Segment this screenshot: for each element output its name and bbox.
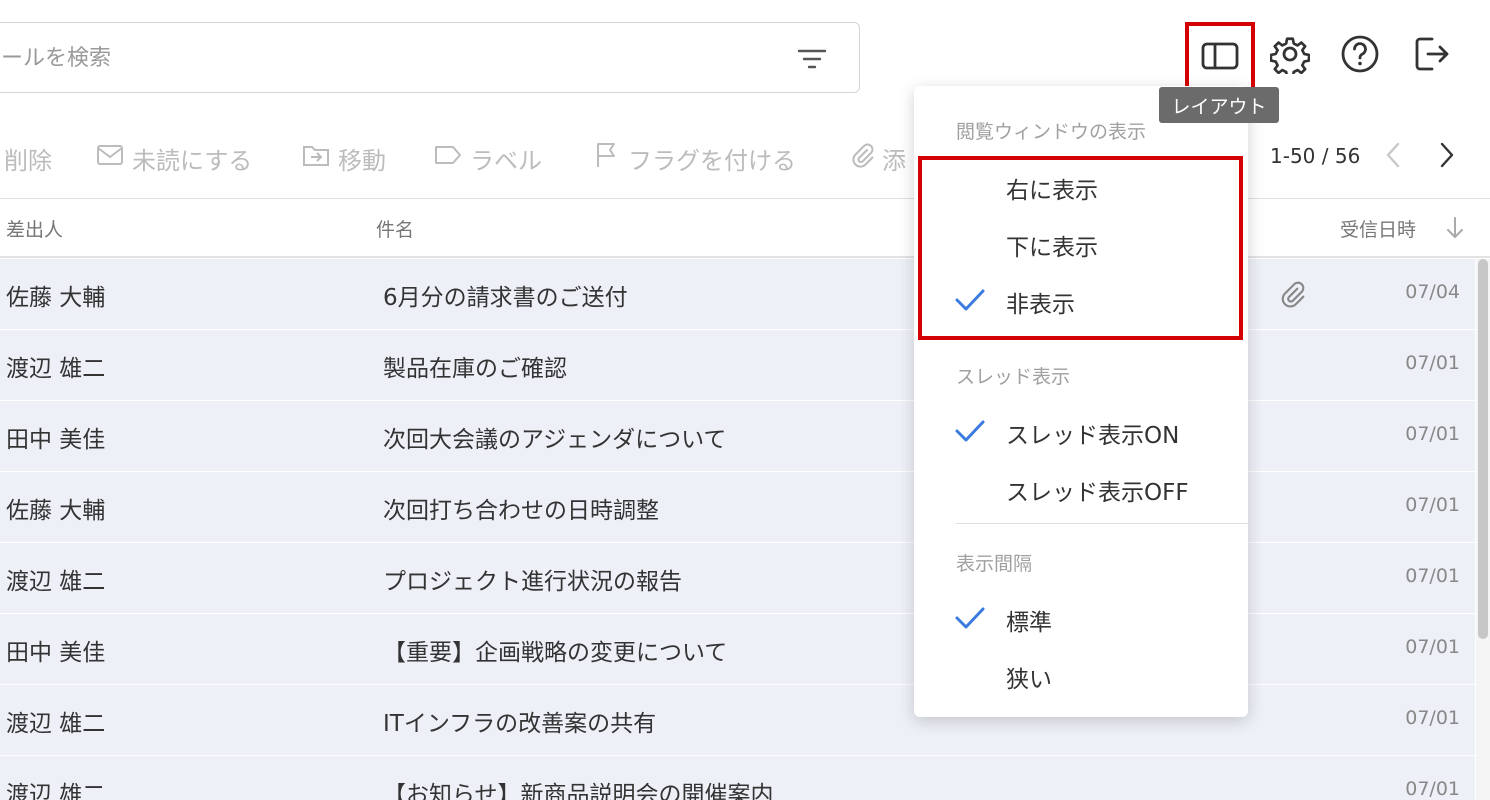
mail-icon [96,144,124,172]
row-date: 07/01 [1405,565,1460,587]
delete-label: 削除 [4,146,52,175]
filter-icon[interactable] [796,45,828,73]
chevron-right-icon [1439,141,1455,173]
prev-page-button[interactable] [1378,140,1408,174]
arrow-down-icon[interactable] [1444,215,1466,241]
menu-item-reading-bottom[interactable]: 下に表示 [914,218,1248,268]
check-icon [954,418,986,444]
table-row[interactable]: 渡辺 雄二 ITインフラの改善案の共有 07/01 [0,685,1475,756]
menu-item-reading-hidden[interactable]: 非表示 [914,275,1248,325]
row-date: 07/01 [1405,494,1460,516]
table-row[interactable]: 渡辺 雄二 【お知らせ】新商品説明会の開催案内 07/01 [0,756,1475,800]
row-subject: 【重要】企画戦略の変更について [383,640,728,666]
menu-divider [956,523,1248,524]
mark-unread-label: 未読にする [132,146,253,175]
row-sender: 佐藤 大輔 [6,285,106,311]
chevron-left-icon [1385,141,1401,173]
logout-button[interactable] [1410,34,1454,78]
menu-item-thread-on[interactable]: スレッド表示ON [914,406,1248,456]
row-date: 07/01 [1405,423,1460,445]
menu-item-label: スレッド表示OFF [1006,480,1189,506]
menu-item-label: 右に表示 [1006,178,1098,204]
help-icon [1340,34,1380,78]
row-sender: 田中 美佳 [6,427,106,453]
table-row[interactable]: 佐藤 大輔 次回打ち合わせの日時調整 07/01 [0,472,1475,543]
menu-item-spacing-narrow[interactable]: 狭い [914,650,1248,700]
section-spacing: 表示間隔 [956,553,1033,575]
table-header: 差出人 件名 受信日時 [0,198,1490,258]
row-subject: ITインフラの改善案の共有 [383,711,657,737]
row-subject: 次回打ち合わせの日時調整 [383,498,659,524]
check-icon [954,605,986,631]
row-sender: 渡辺 雄二 [6,782,106,800]
scroll-thumb[interactable] [1478,259,1488,639]
row-date: 07/01 [1405,707,1460,729]
layout-tooltip: レイアウト [1159,87,1279,123]
column-date[interactable]: 受信日時 [1340,215,1416,242]
flag-button[interactable]: フラグを付ける [594,140,796,176]
row-date: 07/04 [1405,281,1460,303]
flag-icon [594,141,620,175]
menu-item-label: 狭い [1006,667,1052,693]
column-sender[interactable]: 差出人 [6,215,63,242]
message-list: 佐藤 大輔 6月分の請求書のご送付 07/04 渡辺 雄二 製品在庫のご確認 0… [0,259,1475,800]
help-button[interactable] [1338,34,1382,78]
layout-button[interactable] [1185,22,1255,94]
search-input[interactable] [1,41,761,75]
paperclip-icon [1278,280,1306,308]
next-page-button[interactable] [1432,140,1462,174]
label-button[interactable]: ラベル [434,140,542,176]
label-label: ラベル [470,146,542,175]
menu-item-spacing-standard[interactable]: 標準 [914,593,1248,643]
row-subject: 6月分の請求書のご送付 [383,285,628,311]
menu-item-label: 下に表示 [1006,235,1098,261]
row-sender: 渡辺 雄二 [6,356,106,382]
search-box [0,22,860,93]
row-subject: 製品在庫のご確認 [383,356,567,382]
table-row[interactable]: 田中 美佳 次回大会議のアジェンダについて 07/01 [0,401,1475,472]
table-row[interactable]: 田中 美佳 【重要】企画戦略の変更について 07/01 [0,614,1475,685]
row-date: 07/01 [1405,636,1460,658]
row-subject: 【お知らせ】新商品説明会の開催案内 [383,782,774,800]
row-sender: 田中 美佳 [6,640,106,666]
paperclip-icon [850,142,874,174]
menu-item-label: 標準 [1006,610,1052,636]
menu-item-label: 非表示 [1006,292,1075,318]
menu-item-label: スレッド表示ON [1006,423,1180,449]
layout-menu: 閲覧ウィンドウの表示 右に表示 下に表示 非表示 スレッド表示 スレッド表示ON… [914,86,1248,717]
row-sender: 渡辺 雄二 [6,569,106,595]
attach-label: 添 [882,146,906,175]
pager-range: 1-50 / 56 [1270,144,1361,168]
menu-item-thread-off[interactable]: スレッド表示OFF [914,463,1248,513]
move-icon [302,143,330,173]
row-sender: 渡辺 雄二 [6,711,106,737]
section-reading-pane: 閲覧ウィンドウの表示 [956,121,1147,143]
column-subject[interactable]: 件名 [376,215,414,242]
row-date: 07/01 [1405,778,1460,800]
tag-icon [434,144,462,172]
toolbar: 削除 未読にする 移動 ラベル フラグを付ける 添 1-50 / 56 [0,118,1490,198]
logout-icon [1412,34,1452,78]
row-sender: 佐藤 大輔 [6,498,106,524]
settings-button[interactable] [1268,34,1312,79]
layout-panel-icon [1201,41,1239,75]
row-subject: 次回大会議のアジェンダについて [383,427,727,453]
table-row[interactable]: 渡辺 雄二 製品在庫のご確認 07/01 [0,330,1475,401]
table-row[interactable]: 佐藤 大輔 6月分の請求書のご送付 07/04 [0,259,1475,330]
delete-button[interactable]: 削除 [4,140,52,176]
move-button[interactable]: 移動 [302,140,386,176]
attach-button[interactable]: 添 [850,140,906,176]
table-row[interactable]: 渡辺 雄二 プロジェクト進行状況の報告 07/01 [0,543,1475,614]
menu-item-reading-right[interactable]: 右に表示 [914,161,1248,211]
section-thread: スレッド表示 [956,366,1071,388]
row-date: 07/01 [1405,352,1460,374]
gear-icon [1269,34,1311,79]
scrollbar[interactable] [1476,259,1490,800]
check-icon [954,287,986,313]
row-subject: プロジェクト進行状況の報告 [383,569,682,595]
mark-unread-button[interactable]: 未読にする [96,140,252,176]
move-label: 移動 [338,146,386,175]
flag-label: フラグを付ける [628,146,796,175]
